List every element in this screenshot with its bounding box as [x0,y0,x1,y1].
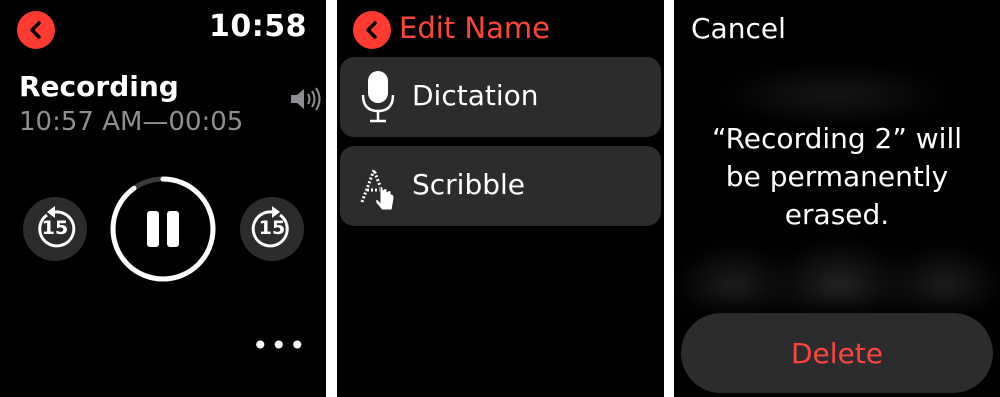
skip-back-button[interactable]: 15 [23,197,87,261]
edit-name-screen: Edit Name Dictation Scribble [337,0,664,397]
volume-icon[interactable] [288,84,324,114]
scribble-label: Scribble [412,168,526,201]
message-line: be permanently [725,160,949,193]
back-button[interactable] [17,11,55,49]
scribble-icon [360,165,395,211]
skip-forward-seconds: 15 [258,217,286,239]
delete-confirmation-screen: Cancel “Recording 2” will be permanently… [674,0,1000,397]
dictation-label: Dictation [412,79,539,112]
message-line: erased. [784,198,890,231]
chevron-left-icon [30,21,41,39]
message-line: “Recording 2” will [711,122,963,155]
pause-icon [147,211,179,247]
chevron-left-icon [366,21,377,39]
back-button[interactable] [353,11,391,49]
skip-forward-button[interactable]: 15 [240,197,304,261]
now-playing-screen: 10:58 Recording 10:57 AM—00:05 15 15 ••• [0,0,326,397]
playback-progress-ring [110,176,216,282]
scribble-option[interactable]: Scribble [340,146,661,226]
clock: 10:58 [209,9,307,44]
dictation-option[interactable]: Dictation [340,57,661,137]
more-options-button[interactable]: ••• [252,332,308,360]
cancel-button[interactable]: Cancel [691,12,786,45]
recording-timestamp: 10:57 AM—00:05 [19,107,244,137]
microphone-icon [361,71,395,123]
recording-title: Recording [19,70,179,103]
delete-button[interactable]: Delete [681,313,993,393]
screen-title: Edit Name [399,11,550,45]
pause-button[interactable] [109,175,217,283]
confirmation-message: “Recording 2” will be permanently erased… [674,120,1000,234]
skip-back-seconds: 15 [41,217,69,239]
